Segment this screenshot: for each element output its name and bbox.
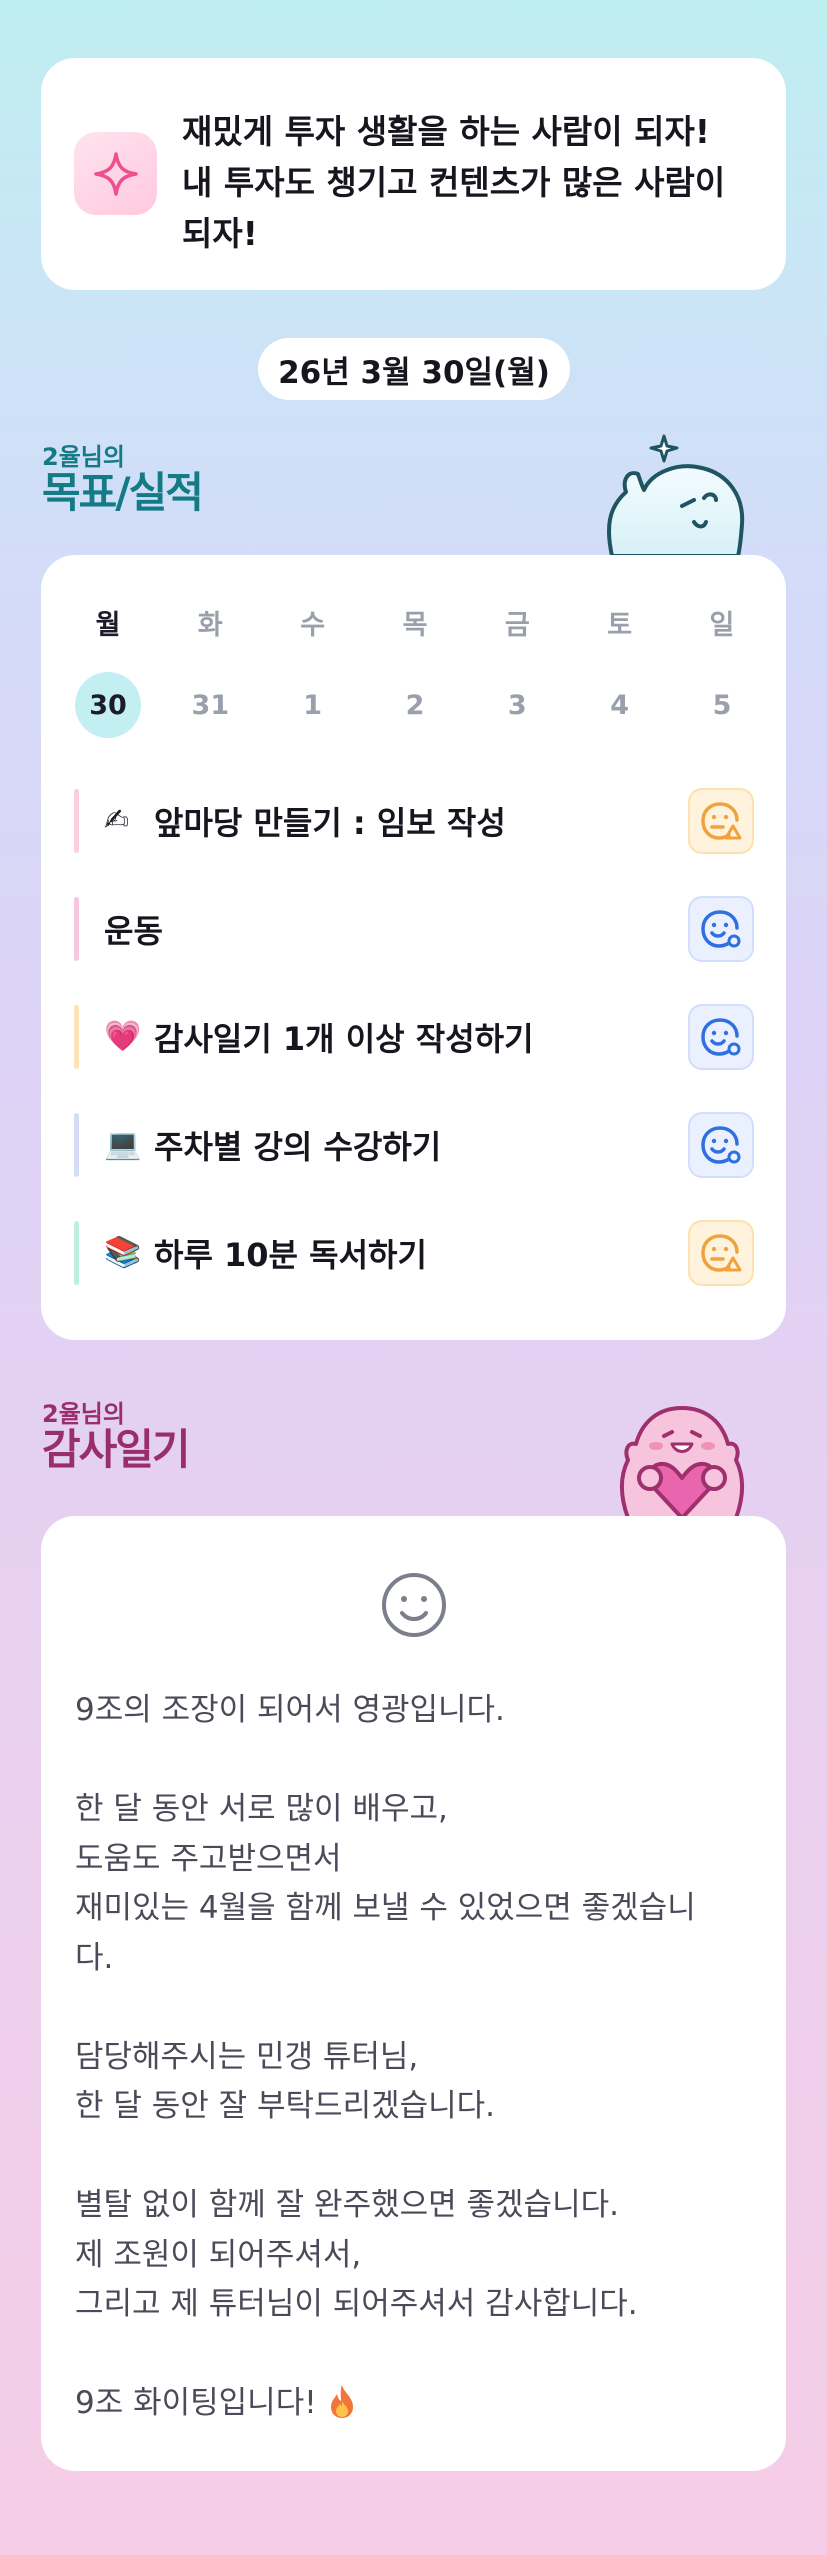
- date-cell[interactable]: 1: [280, 672, 346, 738]
- week-calendar: 월 화 수 목 금 토 일 30 31 1 2 3 4 5: [75, 603, 755, 738]
- diary-text: 9조의 조장이 되어서 영광입니다. 한 달 동안 서로 많이 배우고, 도움도…: [75, 1686, 755, 2429]
- weekday-label: 일: [709, 610, 735, 641]
- diary-paragraph: 9조 화이팅입니다!: [75, 2379, 755, 2429]
- date-label[interactable]: 26년 3월 30일(월): [258, 338, 570, 400]
- face-ok-icon[interactable]: [688, 1112, 754, 1178]
- diary-paragraph: 담당해주시는 민갱 튜터님, 한 달 동안 잘 부탁드리겠습니다.: [75, 2033, 755, 2132]
- goal-label: 운동: [104, 912, 163, 950]
- diary-paragraph: 별탈 없이 함께 잘 완주했으면 좋겠습니다. 제 조원이 되어주셔서, 그리고…: [75, 2181, 755, 2330]
- goal-label: 앞마당 만들기 : 임보 작성: [154, 804, 506, 842]
- goals-card: 월 화 수 목 금 토 일 30 31 1 2 3 4 5 ✍ 앞마당 만들기 …: [41, 555, 786, 1340]
- goal-item[interactable]: 📚 하루 10분 독서하기: [74, 1199, 754, 1307]
- diary-paragraph: 9조의 조장이 되어서 영광입니다.: [75, 1686, 755, 1736]
- goal-label: 주차별 강의 수강하기: [154, 1128, 442, 1166]
- goal-item[interactable]: 💗 감사일기 1개 이상 작성하기: [74, 983, 754, 1091]
- thanks-section-subtitle: 2율님의: [42, 1400, 125, 1428]
- diary-paragraph: 한 달 동안 서로 많이 배우고, 도움도 주고받으면서 재미있는 4월을 함께…: [75, 1785, 755, 1983]
- laptop-icon: 💻: [104, 1127, 142, 1162]
- weekday-label: 토: [607, 610, 633, 641]
- date-cell[interactable]: 3: [484, 672, 550, 738]
- fire-icon: [330, 2385, 353, 2418]
- diary-line: 재미있는 4월을 함께 보낼 수 있었으면 좋겠습니: [75, 1890, 696, 1926]
- date-row: 30 31 1 2 3 4 5: [75, 672, 755, 738]
- date-cell-selected[interactable]: 30: [75, 672, 141, 738]
- diary-line: 9조 화이팅입니다!: [75, 2385, 317, 2421]
- face-warning-icon[interactable]: [688, 1220, 754, 1286]
- weekday-label: 월: [95, 610, 121, 641]
- motto-text: 재밌게 투자 생활을 하는 사람이 되자! 내 투자도 챙기고 컨텐츠가 많은 …: [182, 112, 726, 253]
- goal-item[interactable]: 운동: [74, 875, 754, 983]
- goal-color-bar: [74, 1221, 79, 1285]
- weekday-label: 목: [402, 610, 428, 641]
- weekday-row: 월 화 수 목 금 토 일: [75, 603, 755, 642]
- goal-list: ✍ 앞마당 만들기 : 임보 작성 운동 💗 감사일기 1개 이상 작성하기 💻…: [74, 767, 754, 1307]
- smile-face-icon[interactable]: [380, 1571, 448, 1639]
- books-icon: 📚: [104, 1235, 142, 1270]
- goal-color-bar: [74, 1005, 79, 1069]
- face-warning-icon[interactable]: [688, 788, 754, 854]
- diary-line: 도움도 주고받으면서: [75, 1840, 342, 1877]
- diary-line: 다.: [75, 1939, 114, 1976]
- goal-color-bar: [74, 789, 79, 853]
- writing-hand-icon: ✍: [104, 803, 130, 838]
- weekday-label: 금: [504, 610, 530, 641]
- goals-section-subtitle: 2율님의: [42, 443, 125, 471]
- date-cell[interactable]: 4: [587, 672, 653, 738]
- goal-item[interactable]: ✍ 앞마당 만들기 : 임보 작성: [74, 767, 754, 875]
- heart-icon: 💗: [104, 1019, 142, 1054]
- diary-line: 제 조원이 되어주셔서,: [75, 2236, 362, 2273]
- goals-section-header: 2율님의 목표/실적: [42, 443, 204, 517]
- thanks-section-title: 감사일기: [42, 1425, 191, 1474]
- goal-color-bar: [74, 1113, 79, 1177]
- diary-line: 한 달 동안 서로 많이 배우고,: [75, 1791, 448, 1827]
- goals-section-title: 목표/실적: [42, 468, 204, 517]
- date-cell[interactable]: 31: [177, 672, 243, 738]
- thanks-section-header: 2율님의 감사일기: [42, 1400, 191, 1474]
- diary-line: 그리고 제 튜터님이 되어주셔서 감사합니다.: [75, 2286, 638, 2322]
- goal-color-bar: [74, 897, 79, 961]
- diary-line: 담당해주시는 민갱 튜터님,: [75, 2038, 419, 2075]
- diary-line: 한 달 동안 잘 부탁드리겠습니다.: [75, 2088, 496, 2124]
- goal-label: 하루 10분 독서하기: [154, 1236, 427, 1274]
- date-cell[interactable]: 2: [382, 672, 448, 738]
- face-ok-icon[interactable]: [688, 896, 754, 962]
- heart-mascot-icon: [620, 1406, 744, 1518]
- diary-line: 9조의 조장이 되어서 영광입니다.: [75, 1692, 505, 1728]
- thanks-diary-card: 9조의 조장이 되어서 영광입니다. 한 달 동안 서로 많이 배우고, 도움도…: [41, 1516, 786, 2471]
- ghost-mascot-icon: [606, 434, 745, 558]
- goal-label: 감사일기 1개 이상 작성하기: [154, 1020, 534, 1058]
- weekday-label: 화: [197, 610, 223, 641]
- face-ok-icon[interactable]: [688, 1004, 754, 1070]
- motto-card: 재밌게 투자 생활을 하는 사람이 되자! 내 투자도 챙기고 컨텐츠가 많은 …: [41, 58, 786, 290]
- date-cell[interactable]: 5: [689, 672, 755, 738]
- weekday-label: 수: [300, 610, 326, 641]
- goal-item[interactable]: 💻 주차별 강의 수강하기: [74, 1091, 754, 1199]
- sparkle-icon: [74, 132, 157, 215]
- diary-line: 별탈 없이 함께 잘 완주했으면 좋겠습니다.: [75, 2187, 619, 2223]
